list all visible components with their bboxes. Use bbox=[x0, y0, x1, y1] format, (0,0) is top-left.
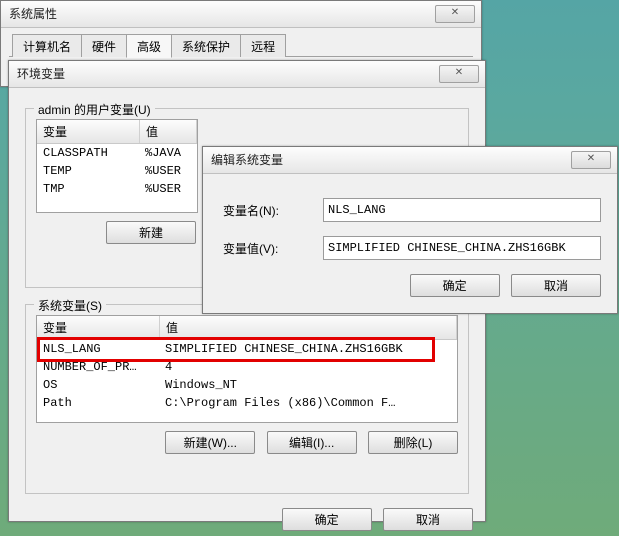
variable-name-label: 变量名(N): bbox=[219, 202, 323, 219]
edit-dialog-title: 编辑系统变量 bbox=[211, 153, 283, 167]
system-properties-titlebar: 系统属性 ✕ bbox=[1, 1, 481, 28]
tab-system-protection[interactable]: 系统保护 bbox=[171, 34, 241, 57]
system-properties-title: 系统属性 bbox=[9, 7, 57, 21]
col-variable[interactable]: 变量 bbox=[37, 120, 140, 143]
new-sys-var-button[interactable]: 新建(W)... bbox=[165, 431, 255, 454]
cell-var: Path bbox=[37, 394, 159, 412]
cell-var: NLS_LANG bbox=[37, 340, 159, 358]
cancel-button[interactable]: 取消 bbox=[383, 508, 473, 531]
col-value[interactable]: 值 bbox=[160, 316, 457, 339]
close-icon[interactable]: ✕ bbox=[435, 5, 475, 23]
close-icon[interactable]: ✕ bbox=[571, 151, 611, 169]
system-variables-list[interactable]: 变量 值 NLS_LANG SIMPLIFIED CHINESE_CHINA.Z… bbox=[36, 315, 458, 423]
cell-val: %USER bbox=[139, 162, 197, 180]
new-user-var-button[interactable]: 新建 bbox=[106, 221, 196, 244]
list-header: 变量 值 bbox=[37, 316, 457, 340]
cell-var: TEMP bbox=[37, 162, 139, 180]
col-variable[interactable]: 变量 bbox=[37, 316, 160, 339]
delete-sys-var-button[interactable]: 删除(L) bbox=[368, 431, 458, 454]
variable-value-row: 变量值(V): SIMPLIFIED CHINESE_CHINA.ZHS16GB… bbox=[219, 236, 601, 260]
cell-val: C:\Program Files (x86)\Common F… bbox=[159, 394, 457, 412]
list-row[interactable]: TEMP %USER bbox=[37, 162, 197, 180]
cell-val: 4 bbox=[159, 358, 457, 376]
list-row[interactable]: TMP %USER bbox=[37, 180, 197, 198]
user-variables-buttons: 新建 bbox=[36, 221, 196, 244]
cell-val: %USER bbox=[139, 180, 197, 198]
tab-remote[interactable]: 远程 bbox=[240, 34, 286, 57]
cancel-button[interactable]: 取消 bbox=[511, 274, 601, 297]
variable-name-row: 变量名(N): NLS_LANG bbox=[219, 198, 601, 222]
user-variables-list[interactable]: 变量 值 CLASSPATH %JAVA TEMP %USER TMP %USE… bbox=[36, 119, 198, 213]
desktop-background: 系统属性 ✕ 计算机名 硬件 高级 系统保护 远程 环境变量 ✕ admin 的… bbox=[0, 0, 619, 536]
edit-dialog-body: 变量名(N): NLS_LANG 变量值(V): SIMPLIFIED CHIN… bbox=[203, 174, 617, 309]
system-variables-group: 系统变量(S) 变量 值 NLS_LANG SIMPLIFIED CHINESE… bbox=[25, 304, 469, 494]
environment-variables-titlebar: 环境变量 ✕ bbox=[9, 61, 485, 88]
close-icon[interactable]: ✕ bbox=[439, 65, 479, 83]
cell-var: CLASSPATH bbox=[37, 144, 139, 162]
system-variables-legend: 系统变量(S) bbox=[34, 297, 106, 314]
system-variables-buttons: 新建(W)... 编辑(I)... 删除(L) bbox=[36, 431, 458, 454]
ok-button[interactable]: 确定 bbox=[282, 508, 372, 531]
variable-value-input[interactable]: SIMPLIFIED CHINESE_CHINA.ZHS16GBK bbox=[323, 236, 601, 260]
variable-name-input[interactable]: NLS_LANG bbox=[323, 198, 601, 222]
edit-system-variable-dialog: 编辑系统变量 ✕ 变量名(N): NLS_LANG 变量值(V): SIMPLI… bbox=[202, 146, 618, 314]
ok-button[interactable]: 确定 bbox=[410, 274, 500, 297]
envvars-dialog-buttons: 确定 取消 bbox=[21, 508, 473, 531]
cell-val: Windows_NT bbox=[159, 376, 457, 394]
cell-val: %JAVA bbox=[139, 144, 197, 162]
edit-dialog-buttons: 确定 取消 bbox=[219, 274, 601, 297]
tab-advanced[interactable]: 高级 bbox=[126, 34, 172, 58]
system-properties-tabs: 计算机名 硬件 高级 系统保护 远程 bbox=[9, 34, 473, 57]
edit-dialog-titlebar: 编辑系统变量 ✕ bbox=[203, 147, 617, 174]
tab-computer-name[interactable]: 计算机名 bbox=[12, 34, 82, 57]
list-row[interactable]: Path C:\Program Files (x86)\Common F… bbox=[37, 394, 457, 412]
cell-var: TMP bbox=[37, 180, 139, 198]
variable-value-label: 变量值(V): bbox=[219, 240, 323, 257]
list-row[interactable]: NLS_LANG SIMPLIFIED CHINESE_CHINA.ZHS16G… bbox=[37, 340, 457, 358]
col-value[interactable]: 值 bbox=[140, 120, 197, 143]
list-row[interactable]: CLASSPATH %JAVA bbox=[37, 144, 197, 162]
cell-var: NUMBER_OF_PR… bbox=[37, 358, 159, 376]
environment-variables-title: 环境变量 bbox=[17, 67, 65, 81]
edit-sys-var-button[interactable]: 编辑(I)... bbox=[267, 431, 357, 454]
cell-var: OS bbox=[37, 376, 159, 394]
user-variables-legend: admin 的用户变量(U) bbox=[34, 101, 155, 118]
cell-val: SIMPLIFIED CHINESE_CHINA.ZHS16GBK bbox=[159, 340, 457, 358]
list-header: 变量 值 bbox=[37, 120, 197, 144]
list-row[interactable]: OS Windows_NT bbox=[37, 376, 457, 394]
tab-hardware[interactable]: 硬件 bbox=[81, 34, 127, 57]
list-row[interactable]: NUMBER_OF_PR… 4 bbox=[37, 358, 457, 376]
